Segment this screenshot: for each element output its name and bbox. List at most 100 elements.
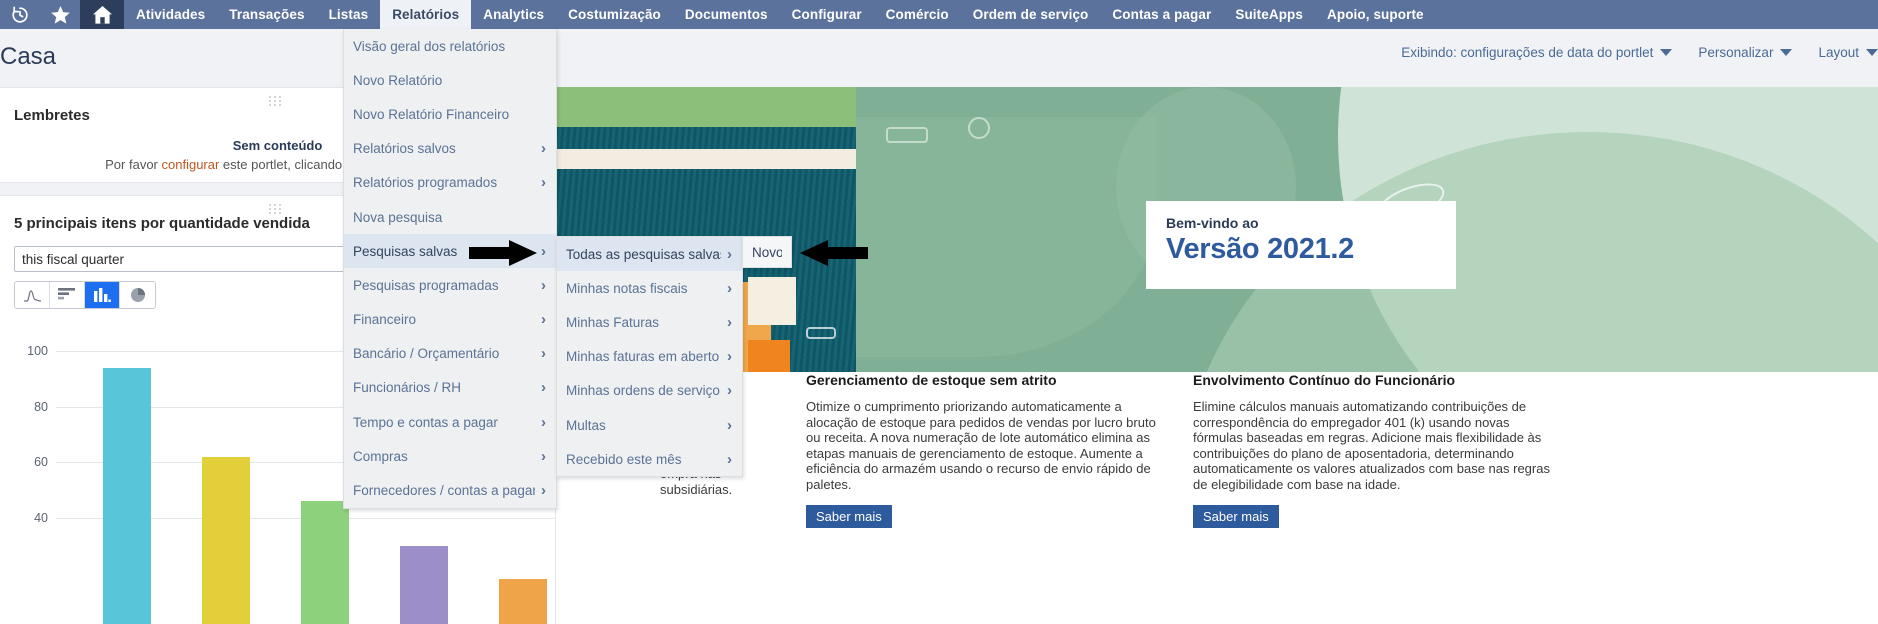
promo-title: Gerenciamento de estoque sem atrito — [806, 372, 1057, 388]
portlet-date-settings-label: Exibindo: configurações de data do portl… — [1401, 45, 1654, 60]
nav-item-label: SuiteApps — [1235, 7, 1303, 22]
menu-item-label: Bancário / Orçamentário — [353, 346, 500, 362]
menu-item-novo-relat-rio[interactable]: Novo Relatório — [344, 63, 556, 97]
menu-item-relat-rios-salvos[interactable]: Relatórios salvos › — [344, 132, 556, 166]
menu-item-label: Minhas notas fiscais — [566, 280, 688, 296]
hero-blob-2 — [856, 117, 1156, 357]
menu-item-label: Minhas faturas em aberto — [566, 349, 720, 365]
menu-item-vis-o-geral-dos-relat-rios[interactable]: Visão geral dos relatórios — [344, 29, 556, 63]
chevron-right-icon: › — [541, 447, 546, 465]
menu-pesquisas-salvas: Todas as pesquisas salvas › Minhas notas f… — [556, 236, 743, 478]
menu-item-relat-rios-programados[interactable]: Relatórios programados › — [344, 166, 556, 200]
menu-item-minhas-faturas-em-aberto[interactable]: Minhas faturas em aberto › — [557, 340, 742, 374]
menu-item-fornecedores-contas-a-pagar[interactable]: Fornecedores / contas a pagar › — [344, 473, 556, 507]
nav-items: Atividades Transações Listas Relatórios Anal… — [124, 0, 1436, 29]
menu-item-compras[interactable]: Compras › — [344, 439, 556, 473]
menu-item-pesquisas-programadas[interactable]: Pesquisas programadas › — [344, 268, 556, 302]
nav-item-suiteapps[interactable]: SuiteApps — [1223, 0, 1315, 29]
personalize-dropdown[interactable]: Personalizar — [1698, 45, 1793, 60]
drag-grip-icon[interactable] — [268, 96, 287, 106]
chart-y-axis-label: 40 — [34, 510, 48, 525]
welcome-subtitle: Bem-vindo ao — [1166, 215, 1259, 231]
chevron-down-icon — [1866, 49, 1878, 56]
column-chart-icon[interactable] — [85, 282, 120, 308]
chevron-right-icon: › — [541, 174, 546, 192]
chart-bar[interactable] — [202, 456, 251, 624]
configure-portlet-link[interactable]: configurar — [162, 157, 220, 172]
chart-bar[interactable] — [399, 545, 448, 624]
menu-item-label: Pesquisas programadas — [353, 277, 499, 293]
nav-item-atividades[interactable]: Atividades — [124, 0, 217, 29]
menu-item-todas-as-pesquisas-salvas[interactable]: Todas as pesquisas salvas › — [557, 237, 742, 272]
menu-item-label: Relatórios salvos — [353, 141, 456, 157]
menu-item-novo-relat-rio-financeiro[interactable]: Novo Relatório Financeiro — [344, 97, 556, 131]
nav-item-configurar[interactable]: Configurar — [780, 0, 874, 29]
promo-body: Otimize o cumprimento priorizando automa… — [806, 399, 1156, 492]
chart-y-axis-label: 100 — [27, 344, 48, 359]
nav-item-label: Contas a pagar — [1112, 7, 1212, 22]
menu-item-minhas-notas-fiscais[interactable]: Minhas notas fiscais › — [557, 271, 742, 305]
menu-item-banc-rio-or-ament-rio[interactable]: Bancário / Orçamentário › — [344, 337, 556, 371]
chevron-right-icon: › — [541, 413, 546, 431]
menu-item-funcion-rios-rh[interactable]: Funcionários / RH › — [344, 371, 556, 405]
promo-body: Elimine cálculos manuais automatizando c… — [1193, 399, 1550, 492]
menu-item-label: Minhas ordens de serviço — [566, 383, 720, 399]
nav-item-ordem-de-servi-o[interactable]: Ordem de serviço — [961, 0, 1101, 29]
menu-item-recebido-este-m-s[interactable]: Recebido este mês › — [557, 442, 742, 476]
nav-item-costumiza-o[interactable]: Costumização — [556, 0, 673, 29]
nav-item-analytics[interactable]: Analytics — [471, 0, 556, 29]
menu-item-label: Recebido este mês — [566, 451, 682, 467]
hero-cream-square — [748, 277, 796, 325]
home-icon[interactable] — [80, 0, 124, 29]
nav-item-label: Comércio — [885, 7, 949, 22]
menu-item-multas[interactable]: Multas › — [557, 408, 742, 442]
global-navigation-bar: Atividades Transações Listas Relatórios Anal… — [0, 0, 1878, 29]
header-actions: Exibindo: configurações de data do portl… — [1401, 45, 1878, 60]
menu-item-label: Funcionários / RH — [353, 380, 462, 396]
chevron-right-icon: › — [727, 279, 732, 297]
menu-item-minhas-ordens-de-servi-o[interactable]: Minhas ordens de serviço › — [557, 374, 742, 408]
page-title: Casa — [0, 43, 57, 70]
promo-learn-more-button[interactable]: Saber mais — [806, 505, 892, 528]
nav-item-relat-rios[interactable]: Relatórios — [380, 0, 472, 29]
promo-card-employee: Envolvimento Contínuo do Funcionário Eli… — [1193, 372, 1558, 528]
chart-bar[interactable] — [103, 367, 152, 624]
area-chart-icon[interactable] — [15, 282, 50, 308]
menu-item-financeiro[interactable]: Financeiro › — [344, 303, 556, 337]
layout-dropdown[interactable]: Layout — [1818, 45, 1878, 60]
menu-item-novo[interactable]: Novo — [743, 237, 791, 267]
page-subheader: Casa Exibindo: configurações de data do … — [0, 29, 1878, 87]
menu-item-minhas-faturas[interactable]: Minhas Faturas › — [557, 305, 742, 339]
menu-item-label: Visão geral dos relatórios — [353, 38, 506, 54]
nav-item-com-rcio[interactable]: Comércio — [874, 0, 961, 29]
menu-relatorios: Visão geral dos relatórios Novo Relatório… — [343, 29, 557, 509]
menu-item-label: Minhas Faturas — [566, 314, 660, 330]
recent-records-icon[interactable] — [0, 0, 40, 29]
horizontal-bar-chart-icon[interactable] — [50, 282, 85, 308]
chart-y-axis-label: 80 — [34, 399, 48, 414]
drag-grip-icon[interactable] — [268, 204, 287, 214]
chevron-right-icon: › — [727, 382, 732, 400]
nav-item-documentos[interactable]: Documentos — [673, 0, 780, 29]
nav-item-listas[interactable]: Listas — [317, 0, 381, 29]
chart-bar[interactable] — [498, 579, 547, 624]
chevron-right-icon: › — [541, 242, 546, 260]
menu-item-label: Fornecedores / contas a pagar — [353, 483, 535, 499]
nav-item-apoio-suporte[interactable]: Apoio, suporte — [1315, 0, 1436, 29]
menu-item-tempo-e-contas-a-pagar[interactable]: Tempo e contas a pagar › — [344, 405, 556, 439]
chart-type-toolbar — [14, 281, 156, 309]
menu-item-label: Financeiro — [353, 312, 417, 328]
hero-cream-band — [556, 149, 856, 169]
chart-bar[interactable] — [301, 501, 349, 624]
shortcuts-star-icon[interactable] — [40, 0, 80, 29]
chevron-down-icon — [1780, 49, 1793, 56]
pie-chart-icon[interactable] — [120, 282, 155, 308]
menu-item-nova-pesquisa[interactable]: Nova pesquisa — [344, 200, 556, 234]
nav-item-label: Analytics — [483, 7, 545, 22]
nav-item-contas-a-pagar[interactable]: Contas a pagar — [1100, 0, 1223, 29]
chevron-right-icon: › — [541, 345, 546, 363]
hero-outline-shape-5 — [806, 327, 836, 339]
portlet-date-settings-dropdown[interactable]: Exibindo: configurações de data do portl… — [1401, 45, 1673, 60]
promo-learn-more-button[interactable]: Saber mais — [1193, 505, 1279, 528]
nav-item-transa-es[interactable]: Transações — [217, 0, 316, 29]
